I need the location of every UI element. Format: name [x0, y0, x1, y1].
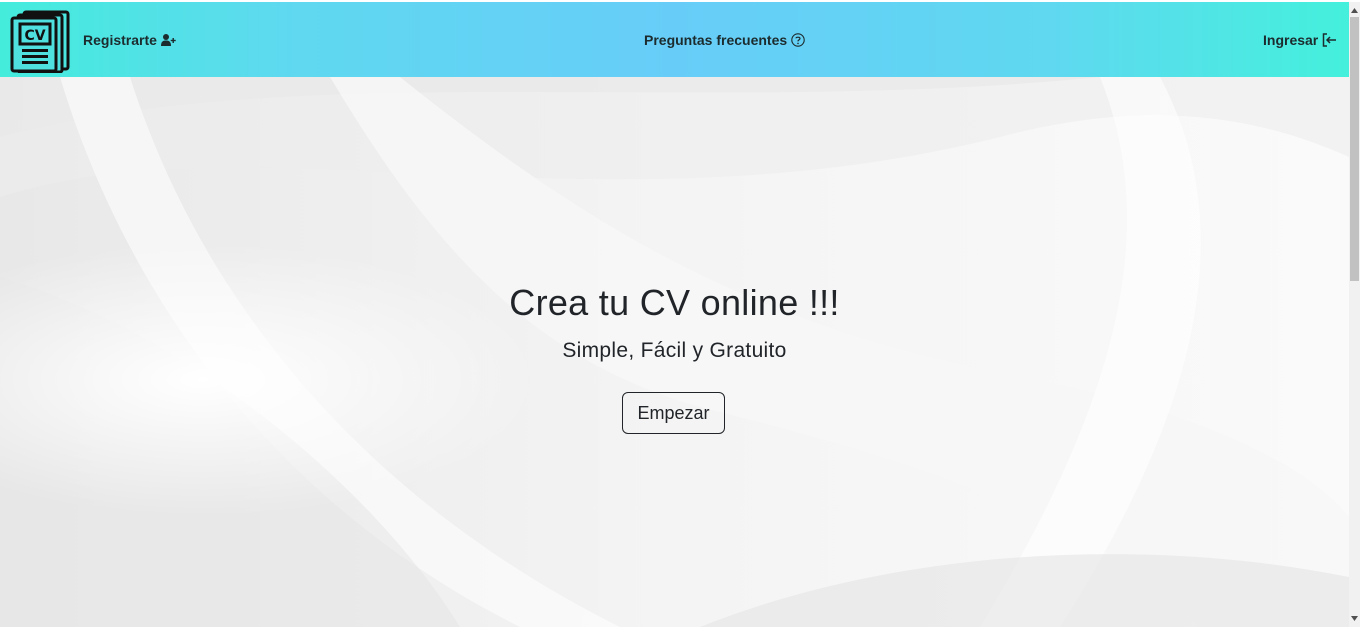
vertical-scrollbar[interactable]	[1349, 0, 1360, 627]
cv-logo[interactable]: CV	[10, 9, 72, 74]
navbar: CV Registrarte Preguntas frecuentes Ingr…	[0, 2, 1349, 77]
faq-label: Preguntas frecuentes	[644, 32, 788, 48]
question-circle-icon	[791, 33, 805, 47]
page-viewport: CV Registrarte Preguntas frecuentes Ingr…	[0, 0, 1349, 627]
user-plus-icon	[160, 34, 176, 46]
login-link[interactable]: Ingresar	[1263, 32, 1337, 48]
hero-subtitle: Simple, Fácil y Gratuito	[562, 339, 787, 362]
register-label: Registrarte	[83, 32, 157, 48]
start-button[interactable]: Empezar	[622, 392, 725, 434]
register-link[interactable]: Registrarte	[83, 32, 176, 48]
scroll-down-arrow-icon[interactable]	[1349, 611, 1360, 625]
faq-link[interactable]: Preguntas frecuentes	[644, 32, 805, 48]
cv-document-logo-icon: CV	[10, 10, 70, 74]
scrollbar-thumb[interactable]	[1350, 17, 1359, 281]
login-label: Ingresar	[1263, 32, 1319, 48]
hero-section: Crea tu CV online !!! Simple, Fácil y Gr…	[0, 77, 1349, 627]
sign-in-icon	[1323, 33, 1337, 47]
scroll-up-arrow-icon[interactable]	[1349, 3, 1360, 17]
window-top-edge	[0, 0, 1360, 2]
hero-title: Crea tu CV online !!!	[509, 282, 840, 323]
logo-text: CV	[24, 28, 45, 44]
